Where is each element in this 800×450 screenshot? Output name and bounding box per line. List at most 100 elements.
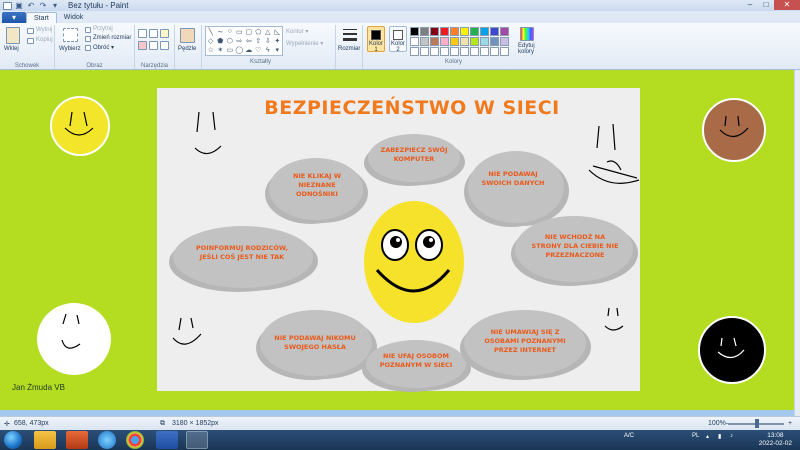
start-button[interactable] — [4, 431, 22, 449]
triangle-shape-icon[interactable]: △ — [265, 28, 270, 36]
paste-button[interactable]: Wklej — [4, 46, 19, 52]
redo-icon[interactable]: ↷ — [38, 1, 48, 10]
palette-swatch[interactable] — [480, 37, 489, 46]
shapes-gallery[interactable]: ╲ ∼ ○ ▭ ▢ ⬠ △ ◺ ◇ ⬟ ⬡ ⇨ ⇦ ⇧ ⇩ ✦ ☆ ✶ ▭ ◯ ☁ ♡ ϟ ▾ — [205, 26, 283, 56]
eraser-icon[interactable] — [138, 41, 147, 50]
text-icon[interactable] — [160, 29, 169, 38]
customize-quick-access-icon[interactable]: ▾ — [50, 1, 60, 10]
palette-swatch[interactable] — [470, 37, 479, 46]
palette-swatch[interactable] — [460, 27, 469, 36]
lightning-shape-icon[interactable]: ϟ — [266, 47, 270, 54]
palette-swatch[interactable] — [470, 27, 479, 36]
line-shape-icon[interactable]: ╲ — [209, 28, 213, 36]
zoom-slider-thumb[interactable] — [755, 419, 759, 428]
tray-expand-icon[interactable]: ▴ — [706, 433, 709, 440]
palette-swatch[interactable] — [490, 27, 499, 36]
palette-swatch[interactable] — [440, 27, 449, 36]
paste-icon[interactable] — [6, 27, 20, 44]
tab-start[interactable]: Start — [26, 12, 57, 23]
select-icon[interactable] — [63, 28, 78, 42]
callout-rect-shape-icon[interactable]: ▭ — [226, 46, 233, 54]
callout-oval-shape-icon[interactable]: ◯ — [235, 46, 243, 54]
close-button[interactable]: ✕ — [774, 0, 800, 10]
palette-swatch[interactable] — [410, 47, 419, 56]
palette-swatch[interactable] — [430, 27, 439, 36]
undo-icon[interactable]: ↶ — [26, 1, 36, 10]
palette-swatch[interactable] — [500, 47, 509, 56]
fill-icon[interactable] — [149, 29, 158, 38]
brush-icon[interactable] — [180, 28, 195, 43]
star5-shape-icon[interactable]: ☆ — [208, 46, 214, 54]
chrome-taskbar-icon[interactable] — [126, 431, 144, 449]
heart-shape-icon[interactable]: ♡ — [255, 46, 261, 54]
minimize-button[interactable]: – — [742, 0, 758, 10]
save-icon[interactable]: ▣ — [14, 1, 24, 10]
palette-swatch[interactable] — [450, 47, 459, 56]
palette-swatch[interactable] — [430, 47, 439, 56]
explorer-taskbar-icon[interactable] — [34, 431, 56, 449]
volume-icon[interactable]: ♪ — [730, 433, 733, 439]
brushes-button[interactable]: Pędzle — [178, 46, 196, 52]
palette-swatch[interactable] — [420, 27, 429, 36]
paint-taskbar-icon[interactable] — [186, 431, 208, 449]
shape-fill-button[interactable]: Wypełnienie ▾ — [286, 40, 323, 47]
round-rect-shape-icon[interactable]: ▢ — [245, 28, 252, 36]
network-icon[interactable]: ▮ — [718, 433, 721, 440]
resize-button[interactable]: Zmień rozmiar — [93, 35, 131, 41]
zoom-in-button[interactable]: + — [788, 420, 792, 427]
rotate-button[interactable]: Obróć ▾ — [93, 44, 114, 51]
palette-swatch[interactable] — [490, 47, 499, 56]
edit-colors-icon[interactable] — [520, 27, 534, 41]
palette-swatch[interactable] — [500, 37, 509, 46]
callout-cloud-shape-icon[interactable]: ☁ — [245, 46, 252, 54]
palette-swatch[interactable] — [420, 47, 429, 56]
polygon-shape-icon[interactable]: ⬠ — [255, 28, 261, 36]
tab-view[interactable]: Widok — [57, 12, 90, 23]
select-button[interactable]: Wybierz — [59, 46, 81, 52]
paint-app-icon[interactable] — [3, 1, 12, 10]
diamond-shape-icon[interactable]: ◇ — [208, 37, 213, 45]
star4-shape-icon[interactable]: ✦ — [274, 37, 280, 45]
palette-swatch[interactable] — [460, 47, 469, 56]
palette-swatch[interactable] — [470, 47, 479, 56]
palette-swatch[interactable] — [490, 37, 499, 46]
palette-swatch[interactable] — [500, 27, 509, 36]
curve-shape-icon[interactable]: ∼ — [217, 28, 223, 36]
magnifier-icon[interactable] — [160, 41, 169, 50]
internet-explorer-taskbar-icon[interactable] — [98, 431, 116, 449]
star6-shape-icon[interactable]: ✶ — [217, 46, 223, 54]
palette-swatch[interactable] — [420, 37, 429, 46]
media-player-taskbar-icon[interactable] — [66, 431, 88, 449]
size-button[interactable]: Rozmiar — [338, 46, 360, 52]
vertical-scrollbar[interactable] — [794, 70, 800, 416]
arrow-left-shape-icon[interactable]: ⇦ — [246, 37, 252, 45]
shapes-more-icon[interactable]: ▾ — [275, 46, 279, 54]
edit-colors-button[interactable]: Edytuj kolory — [518, 43, 542, 55]
oval-shape-icon[interactable]: ○ — [228, 28, 232, 35]
drawing-canvas[interactable]: BEZPIECZEŃSTWO W SIECI ZABEZPIECZ SWÓJ K… — [0, 70, 794, 410]
color2-selector[interactable]: Kolor 2 — [389, 26, 407, 53]
color-picker-icon[interactable] — [149, 41, 158, 50]
arrow-down-shape-icon[interactable]: ⇩ — [265, 37, 271, 45]
palette-swatch[interactable] — [410, 27, 419, 36]
palette-swatch[interactable] — [480, 27, 489, 36]
system-clock[interactable]: 13:08 2022-02-02 — [759, 432, 792, 448]
palette-swatch[interactable] — [440, 37, 449, 46]
rect-shape-icon[interactable]: ▭ — [236, 28, 243, 36]
palette-swatch[interactable] — [480, 47, 489, 56]
hexagon-shape-icon[interactable]: ⬡ — [227, 37, 233, 45]
palette-swatch[interactable] — [450, 37, 459, 46]
pentagon-shape-icon[interactable]: ⬟ — [217, 37, 223, 45]
arrow-right-shape-icon[interactable]: ⇨ — [236, 37, 242, 45]
pencil-icon[interactable] — [138, 29, 147, 38]
palette-swatch[interactable] — [430, 37, 439, 46]
color1-selector[interactable]: Kolor 1 — [367, 26, 385, 53]
copy-button[interactable]: Kopiuj — [36, 37, 53, 43]
file-menu-button[interactable]: ▾ — [2, 12, 26, 23]
palette-swatch[interactable] — [450, 27, 459, 36]
crop-button[interactable]: Przytnij — [93, 26, 113, 32]
shape-outline-button[interactable]: Kontur ▾ — [286, 28, 308, 35]
right-triangle-shape-icon[interactable]: ◺ — [275, 28, 280, 36]
arrow-up-shape-icon[interactable]: ⇧ — [255, 37, 261, 45]
palette-swatch[interactable] — [440, 47, 449, 56]
